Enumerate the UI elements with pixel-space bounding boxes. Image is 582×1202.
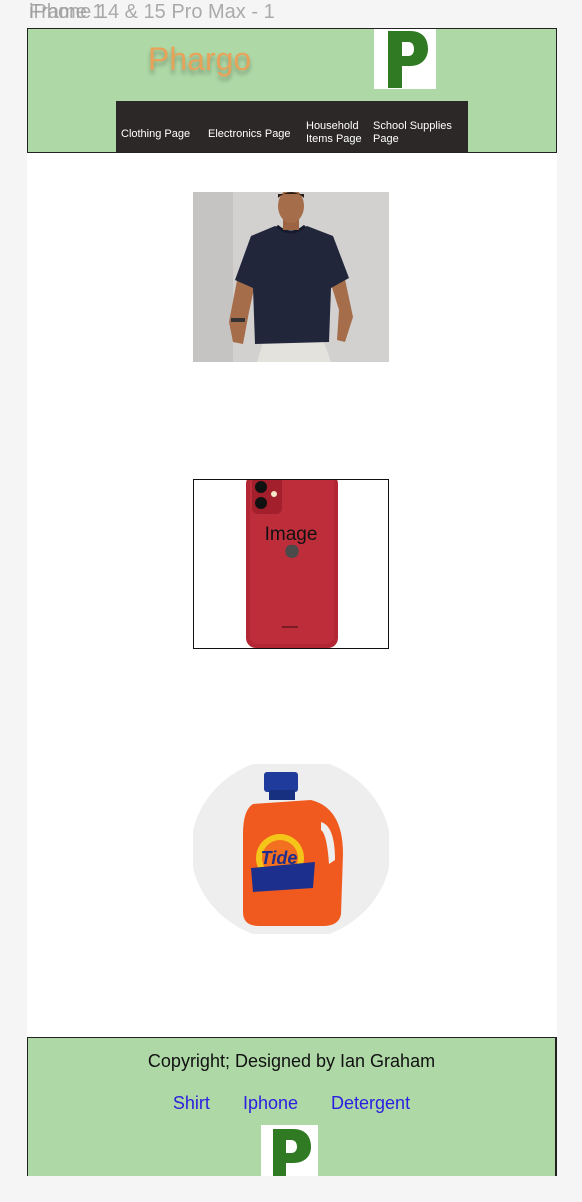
iphone-photo-icon xyxy=(194,480,388,648)
iphone-product-image[interactable]: Image xyxy=(193,479,389,649)
nav-school-supplies-page[interactable]: School Supplies Page xyxy=(373,120,465,146)
footer-p-logo-icon[interactable] xyxy=(261,1125,318,1176)
frame-title-main: iPhone 14 & 15 Pro Max - 1 xyxy=(29,1,275,23)
footer-link-detergent[interactable]: Detergent xyxy=(331,1093,410,1113)
brand-name[interactable]: Phargo xyxy=(148,41,251,78)
main-nav: Clothing Page Electronics Page Household… xyxy=(116,101,468,152)
image-placeholder-label: Image xyxy=(264,524,318,545)
footer-link-shirt[interactable]: Shirt xyxy=(173,1093,210,1113)
footer-link-iphone[interactable]: Iphone xyxy=(243,1093,298,1113)
detergent-photo-icon: Tide xyxy=(193,764,389,934)
detergent-product-image[interactable]: Tide xyxy=(193,764,389,934)
shirt-product-image[interactable] xyxy=(193,192,389,362)
tide-logo-text: Tide xyxy=(261,848,298,868)
footer-links: Shirt Iphone Detergent xyxy=(28,1093,555,1114)
copyright-text: Copyright; Designed by Ian Graham xyxy=(147,1051,436,1071)
nav-household-items-page[interactable]: Household Items Page xyxy=(306,120,370,146)
page-canvas: Phargo Clothing Page Electronics Page Ho… xyxy=(27,28,557,1176)
nav-electronics-page[interactable]: Electronics Page xyxy=(208,128,291,141)
site-header: Phargo Clothing Page Electronics Page Ho… xyxy=(27,28,557,153)
nav-clothing-page[interactable]: Clothing Page xyxy=(121,128,190,141)
tshirt-photo-icon xyxy=(193,192,389,362)
p-logo-icon[interactable] xyxy=(374,29,436,89)
site-footer: Copyright; Designed by Ian Graham Shirt … xyxy=(27,1037,557,1176)
